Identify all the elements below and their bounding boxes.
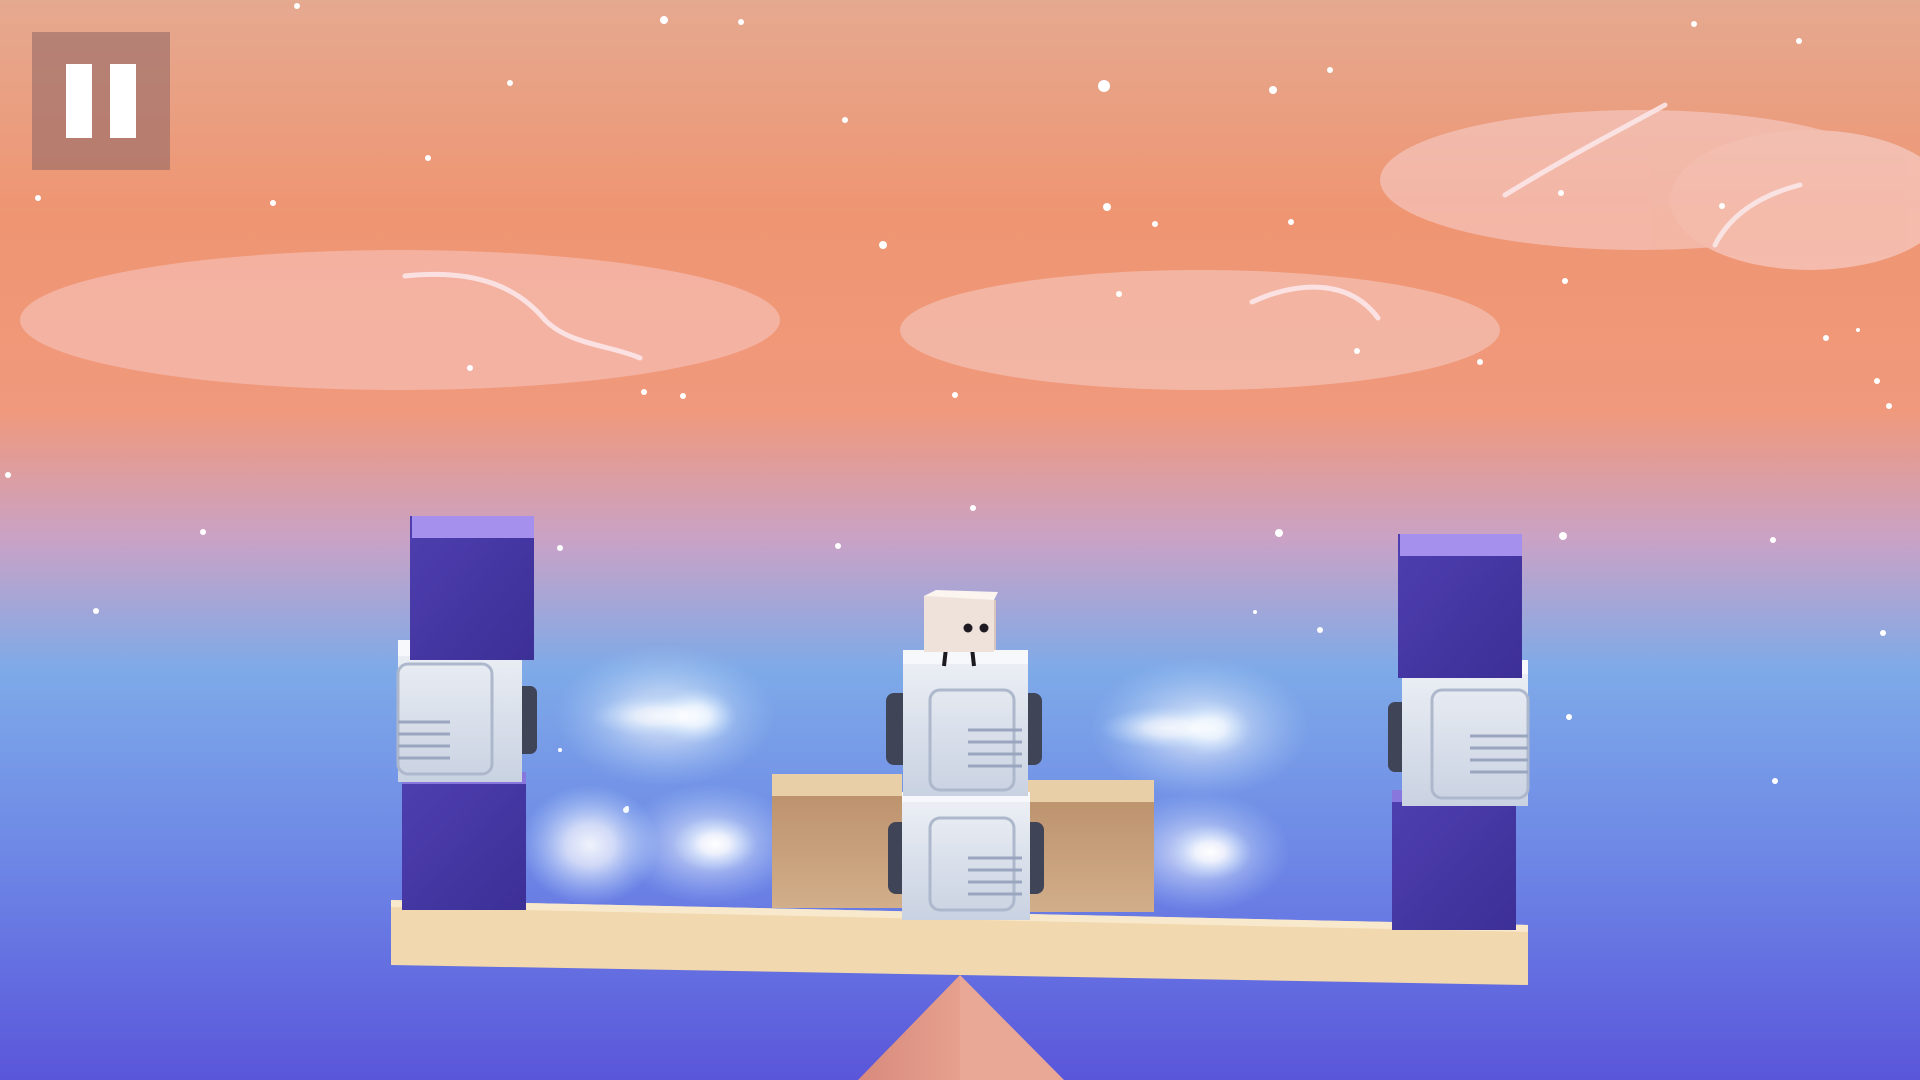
metal-block-center-upper: [886, 650, 1042, 796]
metal-block-right: [1388, 660, 1530, 806]
pause-icon-bar-right: [110, 64, 136, 138]
game-scene: [0, 0, 1920, 1080]
purple-block-right-bottom: [1392, 790, 1516, 930]
metal-block-center-lower: [888, 792, 1044, 920]
purple-block-left-top: [410, 516, 534, 660]
purple-block-left-bottom: [402, 772, 526, 910]
pause-button[interactable]: [32, 32, 170, 170]
pause-icon-bar-left: [66, 64, 92, 138]
metal-block-left: [396, 640, 537, 782]
purple-block-right-top: [1398, 534, 1522, 678]
wood-crate-left: [772, 774, 902, 908]
